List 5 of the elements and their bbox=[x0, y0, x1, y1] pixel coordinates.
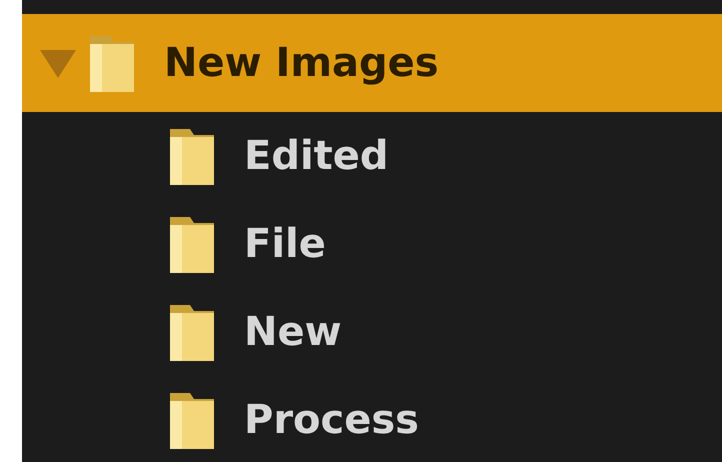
tree-row[interactable]: New bbox=[22, 288, 722, 376]
tree-row[interactable]: File bbox=[22, 200, 722, 288]
tree-row[interactable]: Edited bbox=[22, 112, 722, 200]
tree-row[interactable]: New Images bbox=[22, 14, 722, 112]
tree-row[interactable]: Process bbox=[22, 376, 722, 462]
